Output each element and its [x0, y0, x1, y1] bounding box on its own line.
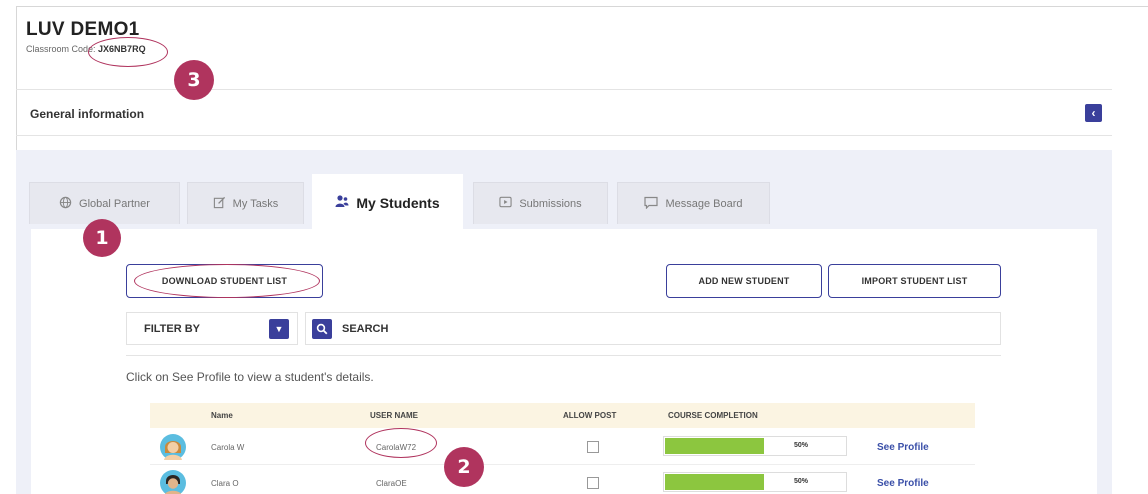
- highlight-ring: [134, 264, 320, 298]
- callout-badge: 2: [444, 447, 484, 487]
- see-profile-link[interactable]: See Profile: [877, 478, 929, 489]
- classroom-code-label: Classroom Code:: [26, 44, 96, 54]
- course-completion-bar: 50%: [663, 436, 847, 456]
- highlight-ring: [365, 428, 437, 458]
- tab-submissions[interactable]: Submissions: [473, 182, 608, 224]
- search-label: SEARCH: [342, 323, 389, 335]
- search-input[interactable]: SEARCH: [305, 312, 1001, 345]
- column-header-allow-post: ALLOW POST: [563, 411, 617, 420]
- table-row: Carola W CarolaW72 50% See Profile: [150, 429, 975, 465]
- play-icon: [499, 196, 512, 211]
- completion-percent: 50%: [794, 442, 809, 449]
- callout-badge: 1: [83, 219, 121, 257]
- chat-icon: [644, 196, 659, 212]
- highlight-ring: [88, 37, 168, 67]
- progress-fill: [665, 438, 764, 454]
- avatar: [160, 470, 186, 494]
- tab-message-board[interactable]: Message Board: [617, 182, 770, 224]
- chevron-down-icon[interactable]: ▼: [269, 319, 289, 339]
- callout-badge: 3: [174, 60, 214, 100]
- divider: [126, 355, 1001, 356]
- add-new-student-button[interactable]: ADD NEW STUDENT: [666, 264, 822, 298]
- tab-label: Global Partner: [79, 197, 150, 210]
- column-header-name: Name: [211, 411, 233, 420]
- tab-label: My Students: [356, 194, 440, 211]
- see-profile-link[interactable]: See Profile: [877, 442, 929, 453]
- tab-my-students[interactable]: My Students: [312, 174, 463, 230]
- tab-my-tasks[interactable]: My Tasks: [187, 182, 304, 224]
- search-icon: [312, 319, 332, 339]
- table-row: Clara O ClaraOE 50% See Profile: [150, 465, 975, 494]
- profile-hint: Click on See Profile to view a student's…: [126, 370, 374, 384]
- tab-label: My Tasks: [232, 197, 279, 210]
- column-header-course-completion: COURSE COMPLETION: [668, 411, 758, 420]
- tab-label: Submissions: [519, 197, 582, 210]
- filter-label: FILTER BY: [144, 323, 201, 335]
- edit-icon: [213, 196, 226, 212]
- column-header-username: USER NAME: [370, 411, 419, 420]
- general-info-bar[interactable]: General information: [16, 89, 1112, 136]
- allow-post-checkbox[interactable]: [587, 477, 599, 489]
- tab-global-partner[interactable]: Global Partner: [29, 182, 180, 224]
- chevron-left-icon[interactable]: ‹: [1085, 104, 1102, 122]
- students-icon: [335, 194, 349, 211]
- tab-label: Message Board: [665, 197, 743, 210]
- globe-icon: [59, 196, 72, 212]
- general-info-title: General information: [30, 107, 145, 121]
- course-completion-bar: 50%: [663, 472, 847, 492]
- frame-top-border: [16, 6, 1148, 7]
- progress-fill: [665, 474, 764, 490]
- student-username: ClaraOE: [376, 479, 407, 488]
- student-name: Carola W: [211, 443, 245, 452]
- import-student-list-button[interactable]: IMPORT STUDENT LIST: [828, 264, 1001, 298]
- allow-post-checkbox[interactable]: [587, 441, 599, 453]
- table-header: Name USER NAME ALLOW POST COURSE COMPLET…: [150, 403, 975, 428]
- avatar: [160, 434, 186, 460]
- student-name: Clara O: [211, 479, 239, 488]
- completion-percent: 50%: [794, 478, 809, 485]
- filter-by-select[interactable]: FILTER BY ▼: [126, 312, 298, 345]
